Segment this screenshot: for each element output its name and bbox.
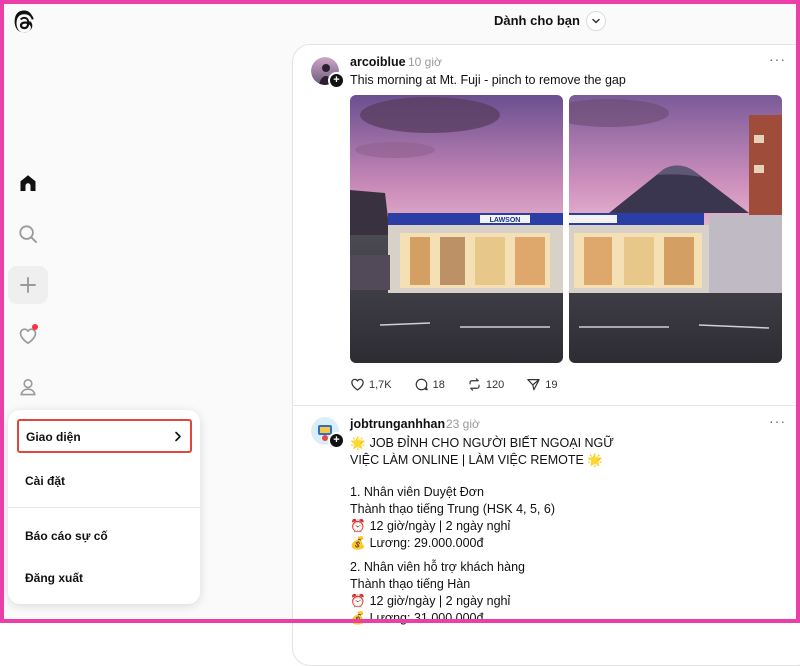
feed-selector-label[interactable]: Dành cho bạn [494,13,580,28]
post-image-right[interactable] [569,95,782,363]
post-username[interactable]: jobtrunganhhan [350,417,445,431]
post-actions: 1,7K 18 120 19 [350,377,580,392]
menu-item-label: Giao diện [26,430,81,444]
follow-plus-icon[interactable]: + [328,72,345,89]
menu-item-settings[interactable]: Cài đặt [8,474,200,494]
notification-dot [32,324,38,330]
post-text-line: ⏰ 12 giờ/ngày | 2 ngày nghỉ [350,519,511,533]
home-icon [18,173,38,193]
post-text-line: ⏰ 12 giờ/ngày | 2 ngày nghỉ [350,594,511,608]
post-text-line: 💰 Lương: 29.000.000đ [350,536,484,550]
share-button[interactable]: 19 [526,377,558,392]
threads-logo-icon[interactable] [12,10,36,36]
post-time: 23 giờ [446,417,480,431]
post-text-line: VIỆC LÀM ONLINE | LÀM VIỆC REMOTE 🌟 [350,453,603,467]
reply-button[interactable]: 18 [414,377,445,392]
feed-column: + arcoiblue 10 giờ ··· This morning at M… [292,44,800,666]
reply-count: 18 [432,378,445,391]
nav-home-button[interactable] [8,164,48,202]
post-caption: This morning at Mt. Fuji - pinch to remo… [350,73,626,87]
menu-item-label: Đăng xuất [25,571,84,585]
menu-item-label: Báo cáo sự cố [25,529,108,543]
money-bag-icon: 💰 [350,536,366,550]
post-text-line: 🌟 JOB ĐỈNH CHO NGƯỜI BIẾT NGOẠI NGỮ [350,436,614,450]
search-icon [18,224,38,244]
money-bag-icon: 💰 [350,611,366,625]
like-button[interactable]: 1,7K [350,377,392,392]
like-count: 1,7K [369,378,392,391]
menu-item-appearance[interactable]: Giao diện [17,419,192,453]
more-options-icon[interactable]: ··· [769,51,786,67]
post-text-line: Thành thạo tiếng Hàn [350,577,471,591]
post-divider [293,405,800,406]
menu-item-report-problem[interactable]: Báo cáo sự cố [8,529,200,549]
nav-activity-button[interactable] [8,317,48,355]
user-icon [18,377,38,397]
menu-item-label: Cài đặt [25,474,66,488]
post-time: 10 giờ [408,55,442,69]
repost-icon [469,378,480,391]
settings-menu: Giao diện Cài đặt Báo cáo sự cố Đăng xuấ… [8,410,200,604]
repost-count: 120 [485,378,505,391]
repost-button[interactable]: 120 [467,377,504,392]
alarm-clock-icon: ⏰ [350,519,366,533]
send-icon [527,379,540,391]
nav-create-button[interactable] [8,266,48,304]
chevron-right-icon [175,431,181,442]
sparkle-icon: 🌟 [587,453,603,467]
nav-profile-button[interactable] [8,368,48,406]
follow-plus-icon[interactable]: + [328,432,345,449]
share-count: 19 [545,378,558,391]
plus-icon [18,275,38,295]
post-image-left[interactable]: LAWSON [350,95,563,363]
nav-search-button[interactable] [8,215,48,253]
sparkle-icon: 🌟 [350,436,366,450]
alarm-clock-icon: ⏰ [350,594,366,608]
post-text-line: 2. Nhân viên hỗ trợ khách hàng [350,560,525,574]
menu-item-logout[interactable]: Đăng xuất [8,571,200,591]
heart-icon [351,378,364,391]
menu-divider [8,507,200,508]
more-options-icon[interactable]: ··· [769,413,786,429]
post-text-line: Thành thạo tiếng Trung (HSK 4, 5, 6) [350,502,555,516]
svg-text:LAWSON: LAWSON [490,217,521,224]
chevron-down-icon[interactable] [586,11,606,31]
comment-icon [415,378,428,391]
post-text-line: 💰 Lương: 31.000.000đ [350,611,484,625]
post-username[interactable]: arcoiblue [350,55,406,69]
post-text-line: 1. Nhân viên Duyệt Đơn [350,485,484,499]
